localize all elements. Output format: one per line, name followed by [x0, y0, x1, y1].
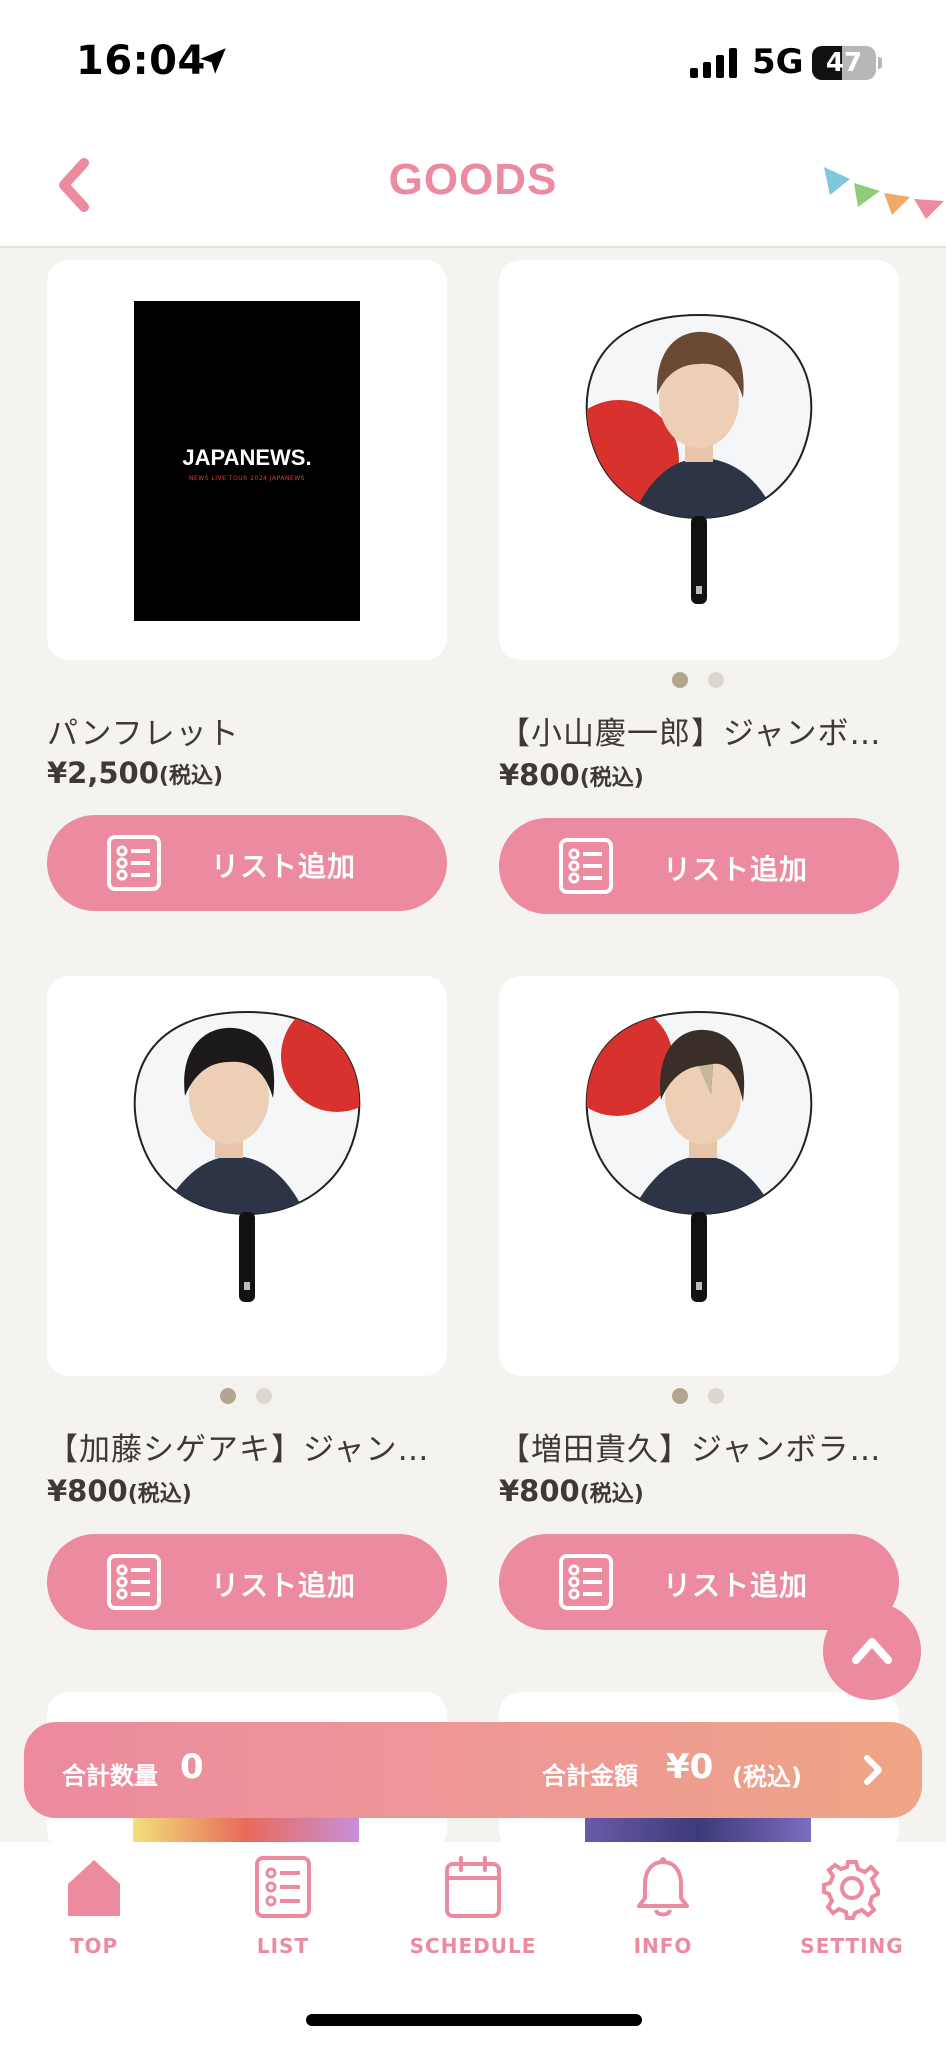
product-name: パンフレット — [47, 716, 240, 752]
tab-schedule[interactable]: SCHEDULE — [403, 1856, 543, 1966]
product-image-fan-koyama[interactable] — [499, 260, 899, 660]
add-to-list-label: リスト追加 — [211, 850, 357, 883]
pagination-dot-active — [220, 1388, 236, 1404]
pamphlet-cover-subtitle: NEWS LIVE TOUR 2024 JAPANEWS — [188, 475, 305, 482]
pagination-dot — [708, 1388, 724, 1404]
pamphlet-cover-title: JAPANEWS. — [182, 445, 312, 470]
product-image-fan-masuda[interactable] — [499, 976, 899, 1376]
total-amount-value: ¥0 — [666, 1747, 714, 1787]
add-to-list-button[interactable]: リスト追加 — [47, 815, 447, 911]
battery-level: 47 — [825, 48, 863, 78]
calendar-icon — [445, 1856, 501, 1918]
total-quantity-value: 0 — [180, 1747, 204, 1787]
tab-top[interactable]: TOP — [24, 1856, 164, 1966]
pagination-dot — [256, 1388, 272, 1404]
total-amount-tax: (税込) — [732, 1763, 802, 1791]
tab-info[interactable]: INFO — [593, 1856, 733, 1966]
total-quantity-label: 合計数量 — [62, 1762, 158, 1790]
image-pagination-dots — [672, 1388, 732, 1404]
pagination-dot — [708, 672, 724, 688]
add-to-list-label: リスト追加 — [663, 1569, 809, 1602]
network-type: 5G — [752, 42, 804, 82]
checklist-icon — [107, 835, 161, 891]
fan-photo-kato — [133, 1010, 361, 1302]
product-price: ¥800(税込) — [499, 758, 644, 792]
tab-list[interactable]: LIST — [213, 1856, 353, 1966]
fan-photo-koyama — [585, 313, 813, 604]
checklist-icon — [107, 1554, 161, 1610]
total-amount-label: 合計金額 — [542, 1762, 638, 1790]
chevron-up-icon — [852, 1638, 892, 1664]
image-pagination-dots — [220, 1388, 280, 1404]
pagination-dot-active — [672, 672, 688, 688]
bunting-flags-icon — [824, 167, 944, 219]
checklist-icon — [559, 838, 613, 894]
page-title: GOODS — [388, 155, 558, 204]
scroll-to-top-button[interactable] — [823, 1602, 921, 1700]
status-time: 16:04 — [76, 38, 206, 84]
gear-icon — [822, 1860, 880, 1920]
tab-label: SCHEDULE — [409, 1934, 537, 1958]
product-price: ¥800(税込) — [499, 1474, 644, 1508]
signal-icon — [690, 48, 737, 78]
product-price: ¥2,500(税込) — [47, 756, 224, 790]
home-icon — [68, 1860, 120, 1916]
cart-total-bar[interactable]: 合計数量 0 合計金額 ¥0 (税込) — [24, 1722, 922, 1818]
tab-label: SETTING — [800, 1934, 904, 1958]
fan-photo-masuda — [585, 1010, 813, 1302]
tab-label: LIST — [256, 1934, 310, 1958]
product-name: 【小山慶一郎】ジャンボ… — [499, 716, 882, 752]
tab-label: INFO — [633, 1934, 693, 1958]
bottom-tab-bar: TOP LIST SCHEDULE INFO SETTING — [0, 1842, 946, 2048]
pamphlet-cover: JAPANEWS. NEWS LIVE TOUR 2024 JAPANEWS — [134, 301, 360, 621]
product-price: ¥800(税込) — [47, 1474, 192, 1508]
add-to-list-button[interactable]: リスト追加 — [47, 1534, 447, 1630]
checklist-icon — [559, 1554, 613, 1610]
pagination-dot-active — [672, 1388, 688, 1404]
image-pagination-dots — [672, 672, 732, 688]
add-to-list-label: リスト追加 — [663, 853, 809, 886]
header: GOODS — [0, 125, 946, 248]
product-name: 【加藤シゲアキ】ジャン… — [47, 1432, 430, 1468]
battery-icon: 47 — [812, 46, 882, 80]
status-bar: 16:04 5G 47 — [0, 0, 946, 125]
tab-setting[interactable]: SETTING — [782, 1856, 922, 1966]
list-icon — [255, 1856, 311, 1918]
add-to-list-button[interactable]: リスト追加 — [499, 818, 899, 914]
bell-icon — [637, 1857, 689, 1917]
chevron-right-icon — [864, 1755, 882, 1785]
product-image-pamphlet[interactable]: JAPANEWS. NEWS LIVE TOUR 2024 JAPANEWS — [47, 260, 447, 660]
tab-label: TOP — [69, 1934, 119, 1958]
home-indicator — [306, 2014, 642, 2026]
add-to-list-label: リスト追加 — [211, 1569, 357, 1602]
product-image-fan-kato[interactable] — [47, 976, 447, 1376]
product-name: 【増田貴久】ジャンボラ… — [499, 1432, 882, 1468]
location-arrow-icon — [200, 48, 226, 74]
